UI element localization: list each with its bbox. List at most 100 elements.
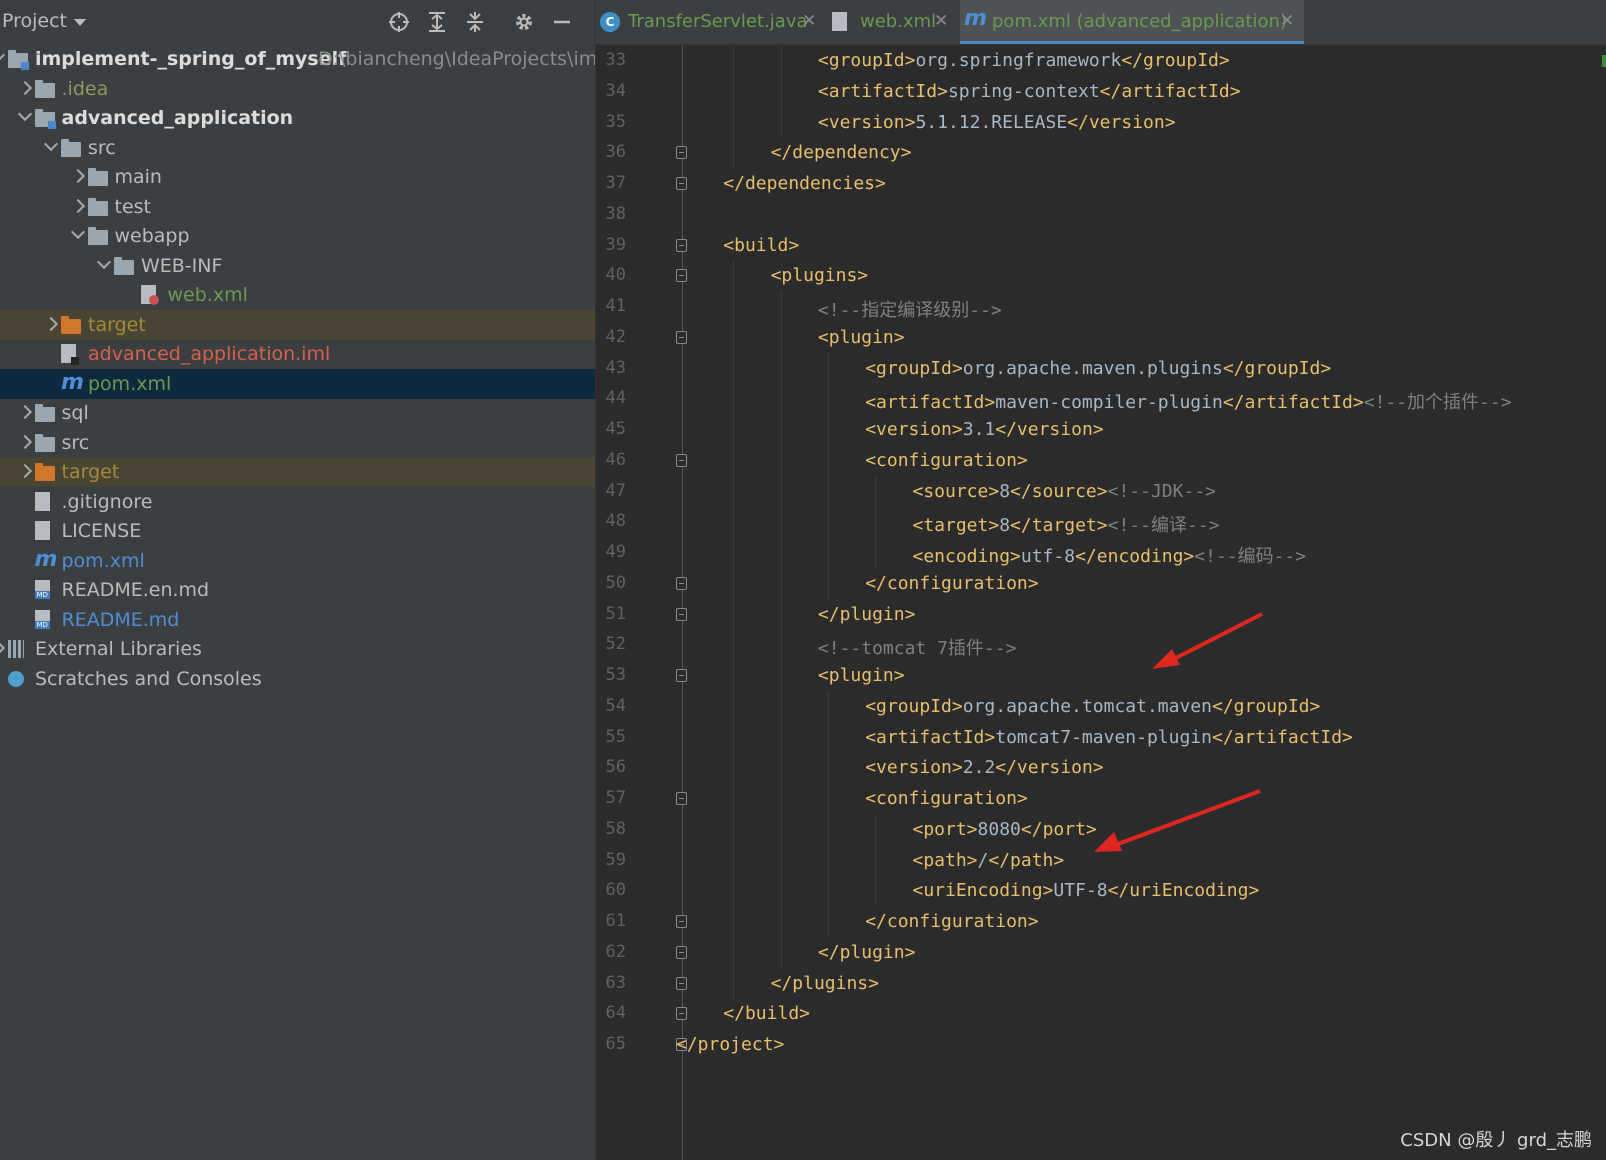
- indent-guide: [733, 567, 735, 599]
- chevron-right-icon[interactable]: [17, 80, 32, 95]
- indent-guide: [827, 352, 829, 384]
- code-editor[interactable]: 33 <groupId>org.springframework</groupId>…: [596, 45, 1606, 1160]
- xml-tag: </version>: [995, 419, 1104, 440]
- tree-item-path: D:\biancheng\IdeaProjects\implem: [318, 48, 596, 70]
- xml-tag: </encoding>: [1075, 546, 1195, 567]
- fold-marker-icon[interactable]: [676, 1007, 687, 1021]
- xml-tag: </project>: [676, 1034, 785, 1055]
- collapse-all-icon[interactable]: [461, 8, 489, 36]
- tree-item[interactable]: advanced_application.iml: [0, 339, 595, 369]
- indent-guide: [733, 752, 735, 784]
- indent-guide: [827, 537, 829, 568]
- editor-tab[interactable]: web.xml ✕: [828, 0, 958, 44]
- xml-comment: <!--tomcat 7插件-->: [817, 638, 1017, 660]
- code-text: </plugins>: [771, 973, 879, 994]
- line-number: 39: [605, 234, 626, 255]
- tree-item[interactable]: advanced_application: [0, 103, 595, 133]
- fold-marker-icon[interactable]: [676, 330, 687, 344]
- tree-item[interactable]: .idea: [0, 74, 595, 104]
- indent-guide: [827, 844, 829, 876]
- tree-item[interactable]: m pom.xml: [0, 368, 595, 399]
- tree-item[interactable]: README.en.md: [0, 575, 595, 605]
- editor-tab[interactable]: C TransferServlet.java ✕: [596, 0, 826, 44]
- chevron-right-icon[interactable]: [17, 404, 32, 420]
- chevron-right-icon[interactable]: [0, 640, 6, 656]
- tree-item[interactable]: .gitignore: [0, 487, 595, 517]
- xml-comment: <!--JDK-->: [1107, 480, 1216, 502]
- line-number: 49: [605, 542, 626, 562]
- fold-marker-icon[interactable]: [676, 607, 687, 621]
- fold-marker-icon[interactable]: [676, 669, 687, 682]
- editor-tab[interactable]: m pom.xml (advanced_application) ✕: [960, 0, 1304, 44]
- chevron-right-icon[interactable]: [43, 316, 59, 331]
- tree-item[interactable]: WEB-INF: [0, 251, 595, 281]
- code-line: 61 </configuration>: [596, 906, 1606, 937]
- locate-icon[interactable]: [385, 8, 413, 36]
- code-line: 47 <source>8</source><!--JDK-->: [596, 475, 1606, 507]
- chevron-down-icon[interactable]: [43, 136, 59, 151]
- xml-comment: <!--编码-->: [1194, 546, 1307, 567]
- xml-file-icon: [832, 12, 847, 31]
- tree-item[interactable]: External Libraries: [0, 634, 595, 664]
- tree-item[interactable]: Scratches and Consoles: [0, 664, 595, 694]
- tree-item[interactable]: webapp: [0, 221, 595, 251]
- fold-marker-icon[interactable]: [676, 976, 687, 990]
- indent-guide: [780, 537, 782, 568]
- code-line: 44 <artifactId>maven-compiler-plugin</art…: [596, 383, 1606, 415]
- expand-all-icon[interactable]: [423, 8, 451, 36]
- tree-item-label: main: [114, 166, 162, 188]
- xml-tag: <version>: [865, 757, 963, 779]
- chevron-down-icon[interactable]: [70, 224, 85, 240]
- xml-tag: </plugins>: [770, 972, 879, 994]
- fold-marker-icon[interactable]: [676, 915, 687, 928]
- chevron-right-icon[interactable]: [17, 434, 32, 449]
- gear-icon[interactable]: [510, 8, 538, 36]
- tree-item[interactable]: target: [0, 309, 595, 340]
- indent-guide: [780, 721, 782, 753]
- fold-marker-icon[interactable]: [676, 146, 687, 160]
- fold-marker-icon[interactable]: [676, 945, 687, 959]
- fold-marker-icon[interactable]: [676, 453, 687, 467]
- code-text: </configuration>: [865, 573, 1038, 594]
- close-icon[interactable]: ✕: [802, 11, 816, 31]
- tree-item[interactable]: test: [0, 192, 595, 222]
- tree-item[interactable]: web.xml: [0, 280, 595, 310]
- tree-item[interactable]: target: [0, 457, 595, 487]
- close-icon[interactable]: ✕: [1280, 11, 1294, 31]
- chevron-right-icon[interactable]: [17, 463, 32, 479]
- watermark: CSDN @殷丿 grd_志鹏: [1400, 1130, 1592, 1151]
- fold-marker-icon[interactable]: [676, 238, 687, 252]
- line-number: 55: [605, 726, 626, 747]
- xml-tag: </path>: [988, 849, 1065, 871]
- tree-item-label: test: [114, 195, 152, 218]
- xml-tag: </configuration>: [865, 572, 1039, 594]
- chevron-down-icon[interactable]: [0, 47, 6, 63]
- project-panel-header: Project: [0, 0, 595, 44]
- panel-title[interactable]: Project: [2, 10, 67, 32]
- xml-file-icon: [140, 285, 159, 305]
- tree-item[interactable]: src: [0, 133, 595, 163]
- tree-item[interactable]: README.md: [0, 605, 595, 635]
- chevron-right-icon[interactable]: [70, 168, 85, 184]
- code-line: 62 </plugin>: [596, 936, 1606, 968]
- tree-item[interactable]: src: [0, 428, 595, 458]
- chevron-right-icon[interactable]: [70, 198, 85, 213]
- hide-icon[interactable]: [548, 8, 576, 36]
- tree-item[interactable]: m pom.xml: [0, 546, 595, 576]
- tree-item[interactable]: LICENSE: [0, 516, 595, 546]
- tab-label: TransferServlet.java: [628, 11, 808, 32]
- chevron-down-icon[interactable]: [96, 254, 112, 269]
- tree-item[interactable]: implement-_spring_of_myself D:\biancheng\…: [0, 44, 595, 74]
- tree-item[interactable]: sql: [0, 398, 595, 428]
- close-icon[interactable]: ✕: [934, 11, 948, 31]
- tree-item-label: src: [61, 431, 90, 454]
- fold-marker-icon[interactable]: [676, 177, 687, 190]
- fold-marker-icon[interactable]: [676, 792, 687, 805]
- chevron-down-icon[interactable]: [74, 19, 86, 26]
- fold-marker-icon[interactable]: [676, 576, 687, 590]
- chevron-down-icon[interactable]: [17, 106, 32, 122]
- fold-marker-icon[interactable]: [676, 269, 687, 283]
- code-line: 38: [596, 199, 1606, 230]
- line-number: 44: [605, 388, 626, 409]
- tree-item[interactable]: main: [0, 162, 595, 192]
